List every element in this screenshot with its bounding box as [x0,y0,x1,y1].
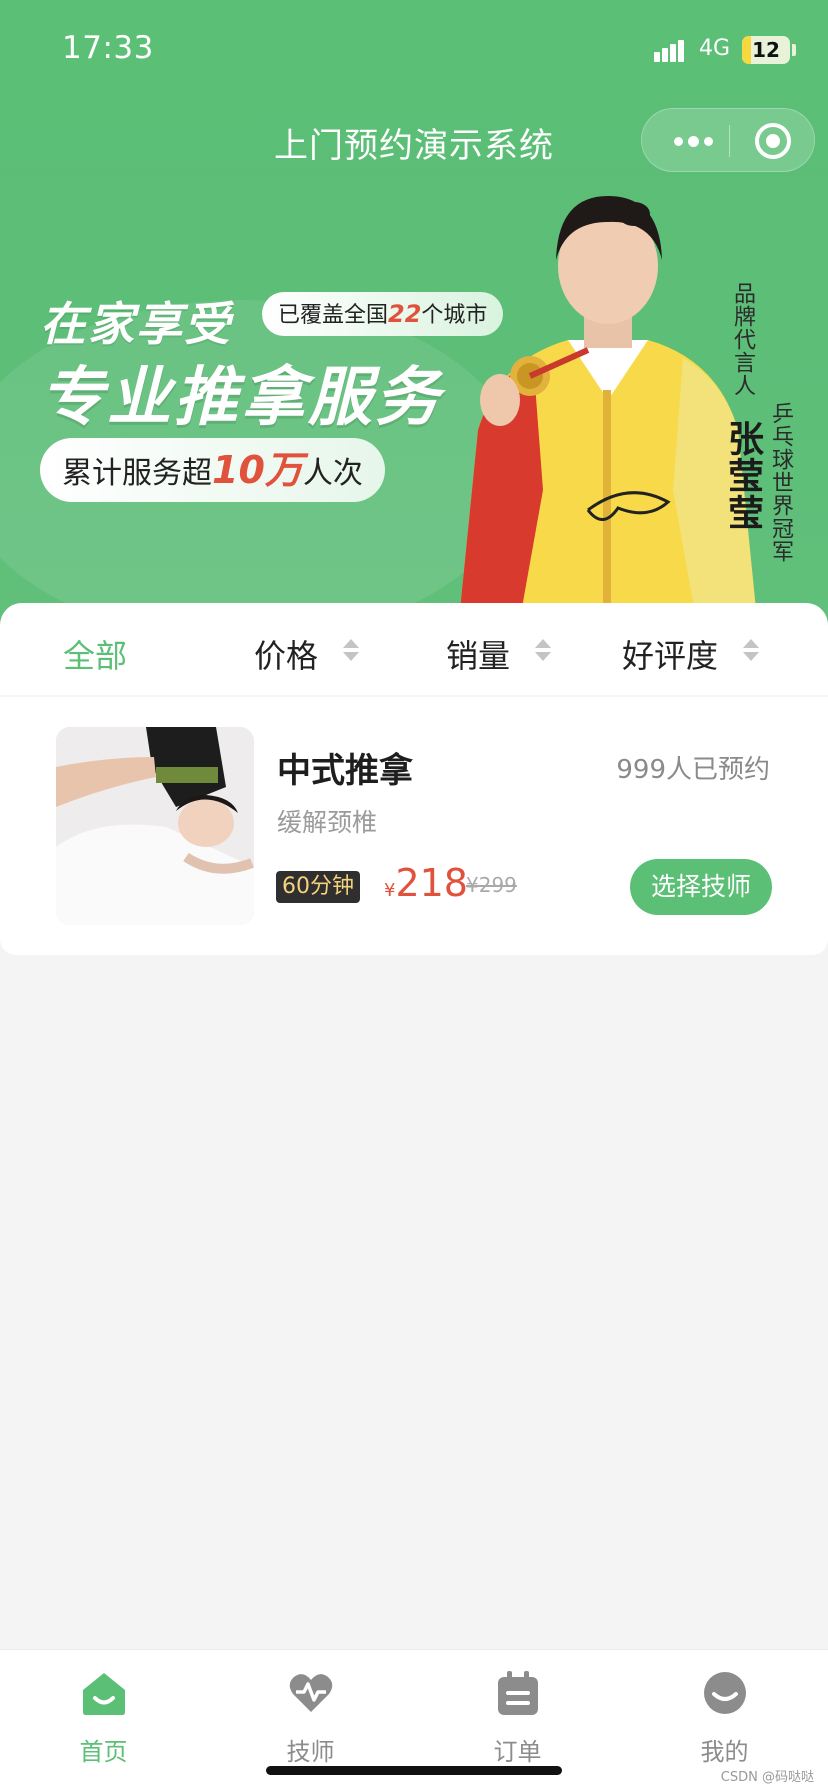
current-price: ¥218 [384,861,468,905]
brand-ambassador-label: 品牌代言人 [730,282,755,397]
service-card[interactable]: 中式推拿 999人已预约 缓解颈椎 60分钟 ¥218 ¥299 选择技师 [0,697,828,955]
tab-mine-label: 我的 [700,1738,749,1766]
champion-label: 乒乓球世界冠军 [768,402,793,563]
filter-all[interactable]: 全部 [63,631,127,677]
service-title: 中式推拿 [277,751,413,791]
calendar-icon [498,1671,538,1715]
network-type: 4G [699,36,731,61]
filter-price[interactable]: 价格 [254,631,318,677]
watermark: CSDN @码哒哒 [720,1770,814,1785]
service-thumbnail [56,727,254,925]
tab-home-label: 首页 [79,1738,128,1766]
status-time: 17:33 [62,30,154,66]
filter-sales[interactable]: 销量 [446,631,510,677]
heart-pulse-icon [289,1674,333,1712]
price-sort-icon[interactable] [342,637,360,663]
status-bar: 17:33 4G 12 [0,0,828,96]
select-technician-button[interactable]: 选择技师 [630,859,772,915]
spokesperson-image [458,196,758,625]
home-icon [83,1673,125,1715]
battery-icon: 12 [742,36,790,64]
rating-sort-icon[interactable] [742,637,760,663]
battery-tip [792,44,796,56]
tab-orders-label: 订单 [493,1738,542,1766]
sort-filter-bar: 全部 价格 销量 好评度 [0,603,828,695]
original-price: ¥299 [466,873,517,897]
close-mini-program-icon[interactable] [755,123,791,159]
booked-count: 999人已预约 [616,755,770,785]
service-description: 缓解颈椎 [277,808,378,837]
capsule-divider [729,125,730,157]
mini-program-capsule [641,108,815,172]
spokesperson-name: 张莹莹 [722,420,763,531]
filter-rating[interactable]: 好评度 [622,631,718,677]
more-icon[interactable] [666,109,718,173]
tab-technician-label: 技师 [286,1738,335,1766]
battery-level: 12 [752,38,780,62]
user-icon [704,1672,746,1714]
banner-headline-2: 专业推拿服务 [40,361,442,435]
served-count-badge: 累计服务超10万人次 [40,438,385,502]
duration-badge: 60分钟 [276,871,360,903]
home-indicator [266,1766,562,1775]
sales-sort-icon[interactable] [534,637,552,663]
signal-icon [654,40,684,62]
banner-headline-1: 在家享受 [40,297,232,351]
tab-home[interactable]: 首页 [0,1650,207,1792]
header-banner: 17:33 4G 12 上门预约演示系统 在家享受 已覆盖全国22个城市 专业推… [0,0,828,625]
